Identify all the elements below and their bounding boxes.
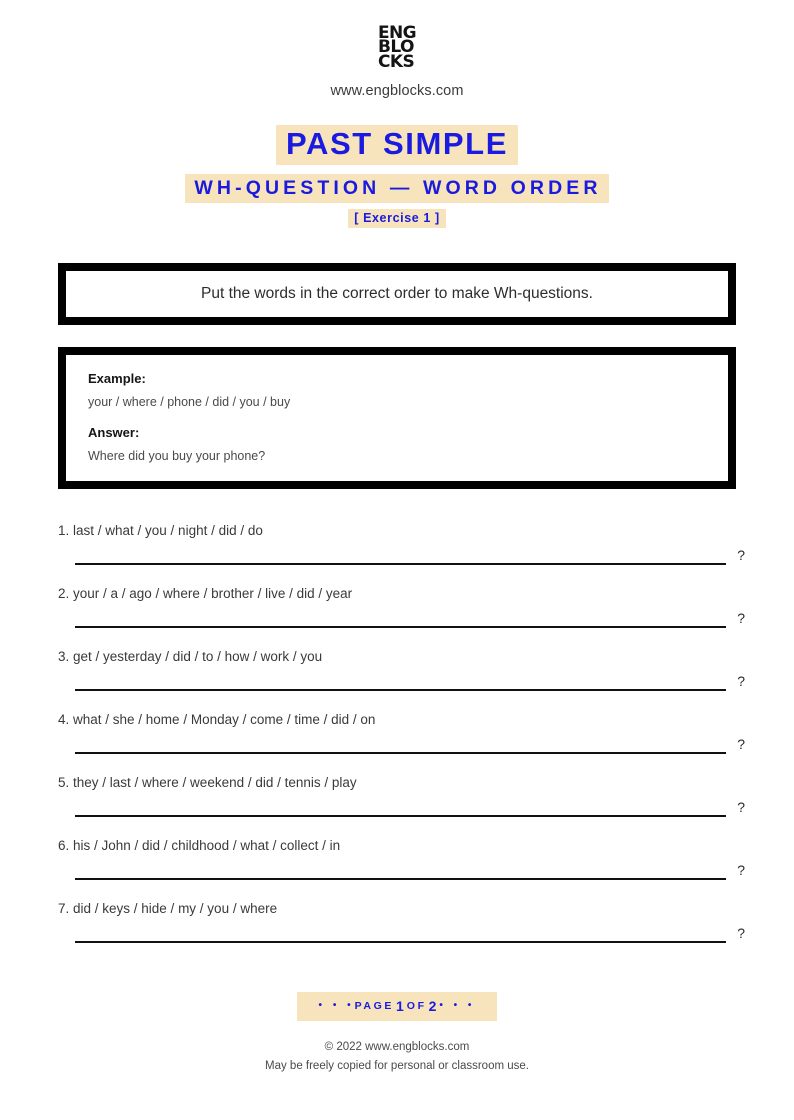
question-mark: ? — [737, 546, 745, 563]
page-subtitle: WH-QUESTION — WORD ORDER — [185, 173, 609, 203]
example-box: Example: your / where / phone / did / yo… — [58, 346, 736, 489]
answer-line[interactable] — [75, 751, 726, 754]
page-current: 1 — [396, 997, 405, 1014]
page-indicator: • • • PAGE 1 OF 2 • • • — [296, 991, 498, 1021]
answer-line[interactable] — [75, 688, 726, 691]
page-word: PAGE — [354, 999, 394, 1012]
item-prompt: 7. did / keys / hide / my / you / where — [58, 900, 278, 916]
item-prompt: 2. your / a / ago / where / brother / li… — [58, 585, 353, 601]
question-mark: ? — [737, 735, 745, 752]
answer-line[interactable] — [75, 877, 726, 880]
answer-line[interactable] — [75, 562, 726, 565]
dots-right: • • • — [439, 1000, 476, 1012]
page-title: PAST SIMPLE — [276, 124, 518, 165]
item-prompt: 4. what / she / home / Monday / come / t… — [58, 711, 376, 727]
exercise-list: 1. last / what / you / night / did / do … — [58, 522, 745, 964]
example-heading: Example: — [88, 370, 146, 386]
question-mark: ? — [737, 609, 745, 626]
instruction-box: Put the words in the correct order to ma… — [58, 262, 736, 325]
answer-line[interactable] — [75, 814, 726, 817]
exercise-item: 7. did / keys / hide / my / you / where … — [58, 900, 745, 964]
item-prompt: 6. his / John / did / childhood / what /… — [58, 837, 341, 853]
answer-heading: Answer: — [88, 424, 140, 440]
question-mark: ? — [737, 924, 745, 941]
of-word: OF — [406, 999, 427, 1012]
answer-line[interactable] — [75, 940, 726, 943]
logo-line-3: CKS — [378, 51, 415, 72]
item-prompt: 3. get / yesterday / did / to / how / wo… — [58, 648, 323, 664]
brand-logo: ENG BLO CKS — [378, 24, 417, 72]
free-use-text: May be freely copied for personal or cla… — [265, 1059, 529, 1072]
exercise-item: 1. last / what / you / night / did / do … — [58, 522, 745, 586]
answer-line[interactable] — [75, 625, 726, 628]
example-answer: Where did you buy your phone? — [88, 448, 266, 463]
exercise-item: 3. get / yesterday / did / to / how / wo… — [58, 648, 745, 712]
question-mark: ? — [737, 672, 745, 689]
instruction-text: Put the words in the correct order to ma… — [201, 284, 593, 302]
exercise-item: 2. your / a / ago / where / brother / li… — [58, 585, 745, 649]
site-url: www.engblocks.com — [330, 82, 464, 99]
copyright-text: © 2022 www.engblocks.com — [324, 1040, 470, 1053]
exercise-item: 6. his / John / did / childhood / what /… — [58, 837, 745, 901]
exercise-label: [ Exercise 1 ] — [348, 208, 446, 228]
page-total: 2 — [428, 997, 438, 1014]
dots-left: • • • — [318, 1000, 355, 1012]
worksheet-page: ENG BLO CKS www.engblocks.com PAST SIMPL… — [0, 0, 794, 1120]
item-prompt: 1. last / what / you / night / did / do — [58, 522, 263, 538]
item-prompt: 5. they / last / where / weekend / did /… — [58, 774, 357, 790]
exercise-item: 5. they / last / where / weekend / did /… — [58, 774, 745, 838]
question-mark: ? — [737, 861, 745, 878]
exercise-item: 4. what / she / home / Monday / come / t… — [58, 711, 745, 775]
question-mark: ? — [737, 798, 745, 815]
example-prompt: your / where / phone / did / you / buy — [88, 394, 291, 409]
